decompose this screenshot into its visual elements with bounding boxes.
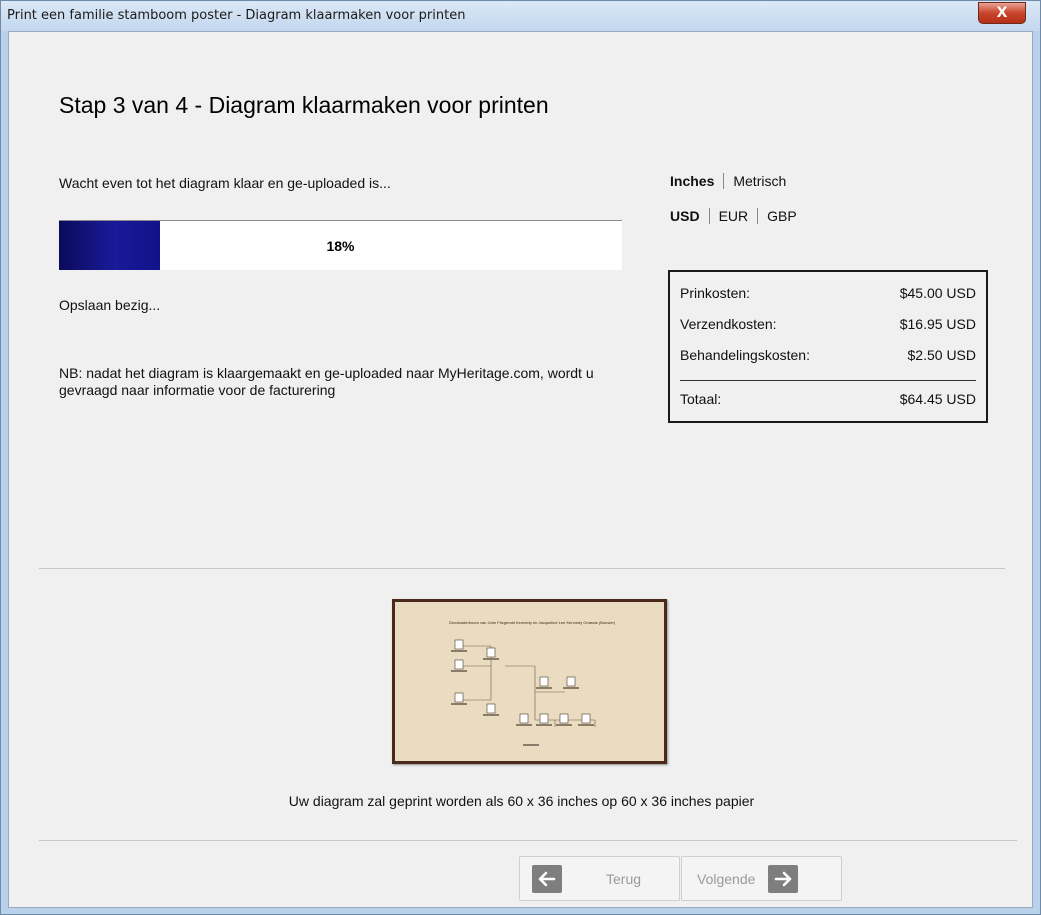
billing-note: NB: nadat het diagram is klaargemaakt en… (59, 365, 594, 398)
next-button-label: Volgende (697, 870, 756, 887)
unit-option-metric[interactable]: Metrisch (733, 173, 786, 189)
cost-label: Behandelingskosten: (680, 347, 810, 363)
close-icon: X (996, 5, 1008, 21)
window-title: Print een familie stamboom poster - Diag… (7, 8, 466, 23)
currency-option-eur[interactable]: EUR (719, 208, 749, 224)
next-button[interactable]: Volgende (681, 856, 842, 901)
cost-row: Prinkosten: $45.00 USD (680, 285, 976, 301)
cost-row: Verzendkosten: $16.95 USD (680, 316, 976, 332)
unit-selector: Inches Metrisch (670, 173, 786, 189)
wait-message: Wacht even tot het diagram klaar en ge-u… (59, 175, 391, 191)
unit-separator (723, 173, 725, 189)
currency-option-usd[interactable]: USD (670, 208, 700, 224)
arrow-left-icon (532, 864, 562, 893)
back-button-label: Terug (606, 870, 642, 887)
cost-value: $2.50 USD (907, 347, 976, 363)
page-title: Stap 3 van 4 - Diagram klaarmaken voor p… (59, 92, 549, 118)
cost-value: $16.95 USD (899, 316, 976, 332)
cost-row: Behandelingskosten: $2.50 USD (680, 347, 976, 363)
status-text: Opslaan bezig... (59, 297, 161, 313)
cost-divider (680, 380, 976, 381)
currency-separator (708, 208, 710, 224)
chart-preview-thumbnail: Grootvaderboom van John Fitzgerald Kenne… (392, 599, 667, 764)
upload-progress-bar: 18% (59, 220, 622, 270)
currency-option-gbp[interactable]: GBP (767, 208, 797, 224)
print-size-info: Uw diagram zal geprint worden als 60 x 3… (288, 793, 755, 809)
family-tree-preview-graphic (451, 639, 596, 746)
unit-option-inches[interactable]: Inches (670, 173, 714, 189)
cost-label: Prinkosten: (680, 285, 751, 301)
title-bar[interactable]: Print een familie stamboom poster - Diag… (1, 1, 1040, 31)
cost-value: $45.00 USD (899, 285, 976, 301)
currency-selector: USD EUR GBP (670, 208, 797, 224)
total-row: Totaal: $64.45 USD (680, 391, 976, 407)
close-button[interactable]: X (978, 2, 1026, 24)
progress-label: 18% (326, 237, 355, 254)
dialog-content: Stap 3 van 4 - Diagram klaarmaken voor p… (8, 31, 1033, 908)
total-value: $64.45 USD (899, 391, 976, 407)
total-label: Totaal: (680, 391, 722, 407)
section-divider (39, 568, 1005, 569)
arrow-right-icon (768, 864, 799, 893)
currency-separator (757, 208, 759, 224)
dialog-window: Print een familie stamboom poster - Diag… (0, 0, 1041, 915)
footer-divider (39, 840, 1017, 841)
cost-summary: Prinkosten: $45.00 USD Verzendkosten: $1… (668, 270, 988, 423)
cost-label: Verzendkosten: (680, 316, 777, 332)
back-button[interactable]: Terug (519, 856, 680, 901)
